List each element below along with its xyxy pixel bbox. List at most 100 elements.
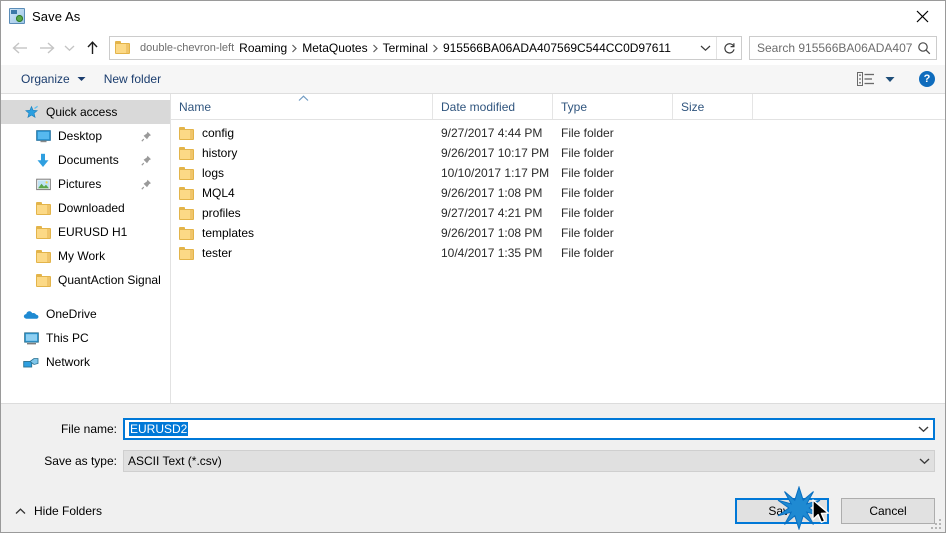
- save-as-type-label: Save as type:: [44, 454, 117, 468]
- cell-type: File folder: [561, 126, 614, 140]
- search-icon[interactable]: [912, 41, 936, 55]
- column-label: Date modified: [441, 99, 516, 114]
- file-name-chevron-down-icon[interactable]: [913, 425, 933, 433]
- caret-down-icon: [77, 76, 86, 82]
- toolbar-right-group: ?: [856, 71, 935, 87]
- help-icon[interactable]: ?: [919, 71, 935, 87]
- sidebar-item-onedrive[interactable]: OneDrive: [1, 302, 170, 326]
- column-header-size[interactable]: Size: [673, 94, 753, 119]
- sidebar-item-network[interactable]: Network: [1, 350, 170, 374]
- column-label: Type: [561, 99, 588, 114]
- organize-button[interactable]: Organize: [15, 68, 92, 90]
- sidebar-label: OneDrive: [46, 307, 97, 321]
- folder-icon: [179, 226, 194, 240]
- sidebar-label: Quick access: [46, 105, 118, 119]
- navigation-bar: double-chevron-left Roaming MetaQuotes T…: [1, 31, 945, 65]
- cell-date: 9/27/2017 4:21 PM: [441, 206, 543, 220]
- folder-icon: [179, 146, 194, 160]
- sidebar-item-quick-access[interactable]: Quick access: [1, 100, 170, 124]
- save-as-type-select[interactable]: ASCII Text (*.csv): [123, 450, 935, 472]
- desktop-icon: [35, 128, 51, 144]
- recent-locations-chevron-down-icon[interactable]: [59, 35, 79, 61]
- network-icon: [23, 354, 39, 370]
- forward-arrow-icon[interactable]: [33, 35, 59, 61]
- sidebar-item-my-work[interactable]: My Work: [1, 244, 170, 268]
- file-name: tester: [202, 246, 233, 260]
- cell-date: 9/26/2017 1:08 PM: [441, 226, 543, 240]
- resize-grip[interactable]: [929, 517, 941, 529]
- refresh-icon[interactable]: [716, 37, 741, 59]
- table-row[interactable]: logs 10/10/2017 1:17 PM File folder: [171, 163, 945, 183]
- pin-icon[interactable]: [141, 155, 152, 166]
- folder-icon: [179, 246, 194, 260]
- cell-date: 9/27/2017 4:44 PM: [441, 126, 543, 140]
- file-name-value-wrap: EURUSD2: [125, 422, 913, 436]
- view-caret-down-icon[interactable]: [885, 76, 895, 83]
- table-row[interactable]: tester 10/4/2017 1:35 PM File folder: [171, 243, 945, 263]
- file-name: logs: [202, 166, 225, 180]
- sidebar-item-downloaded[interactable]: Downloaded: [1, 196, 170, 220]
- pin-icon[interactable]: [141, 179, 152, 190]
- sidebar-item-quantaction-signal[interactable]: QuantAction Signal: [1, 268, 170, 292]
- folder-icon: [35, 200, 51, 216]
- up-arrow-icon[interactable]: [79, 35, 105, 61]
- breadcrumb-item-guid[interactable]: 915566BA06ADA407569C544CC0D97611: [443, 41, 671, 55]
- file-name-row: File name: EURUSD2: [1, 418, 945, 440]
- dialog-footer: Hide Folders Save Cancel: [1, 490, 945, 532]
- address-chevron-down-icon[interactable]: [694, 37, 716, 59]
- chevron-right-icon[interactable]: [291, 44, 298, 53]
- sidebar-label: Pictures: [58, 177, 102, 191]
- cell-type: File folder: [561, 166, 614, 180]
- save-button[interactable]: Save: [735, 498, 829, 524]
- table-row[interactable]: config 9/27/2017 4:44 PM File folder: [171, 123, 945, 143]
- breadcrumb-item-terminal[interactable]: Terminal: [383, 41, 428, 55]
- column-header-date-modified[interactable]: Date modified: [433, 94, 553, 119]
- title-bar: Save As: [1, 1, 945, 31]
- sidebar-item-pictures[interactable]: Pictures: [1, 172, 170, 196]
- close-icon[interactable]: [899, 1, 945, 31]
- file-name-input[interactable]: EURUSD2: [123, 418, 935, 440]
- breadcrumb-item-roaming[interactable]: Roaming: [239, 41, 287, 55]
- cell-type: File folder: [561, 206, 614, 220]
- cell-date: 10/10/2017 1:17 PM: [441, 166, 550, 180]
- save-as-dialog: Save As double-chevron-left Roaming Meta…: [0, 0, 946, 533]
- chevron-right-icon[interactable]: [432, 44, 439, 53]
- cell-name: config: [171, 126, 433, 140]
- table-row[interactable]: MQL4 9/26/2017 1:08 PM File folder: [171, 183, 945, 203]
- cancel-button[interactable]: Cancel: [841, 498, 935, 524]
- sidebar-label: My Work: [58, 249, 106, 263]
- folder-icon: [115, 41, 131, 55]
- new-folder-label: New folder: [103, 72, 162, 86]
- back-arrow-icon[interactable]: [7, 35, 33, 61]
- sidebar-item-eurusd-h1[interactable]: EURUSD H1: [1, 220, 170, 244]
- folder-icon: [35, 224, 51, 240]
- address-bar[interactable]: double-chevron-left Roaming MetaQuotes T…: [109, 36, 742, 60]
- sidebar-label: EURUSD H1: [58, 225, 128, 239]
- cell-date: 9/26/2017 10:17 PM: [441, 146, 550, 160]
- sidebar-item-desktop[interactable]: Desktop: [1, 124, 170, 148]
- column-header-name[interactable]: Name: [171, 94, 433, 119]
- hide-folders-button[interactable]: Hide Folders: [15, 504, 102, 518]
- cell-type: File folder: [561, 226, 614, 240]
- new-folder-button[interactable]: New folder: [98, 68, 167, 90]
- onedrive-cloud-icon: [23, 306, 39, 322]
- sidebar-item-this-pc[interactable]: This PC: [1, 326, 170, 350]
- sidebar-item-documents[interactable]: Documents: [1, 148, 170, 172]
- view-mode-icon[interactable]: [856, 71, 876, 87]
- save-as-type-value: ASCII Text (*.csv): [128, 454, 222, 468]
- table-row[interactable]: templates 9/26/2017 1:08 PM File folder: [171, 223, 945, 243]
- folder-icon: [179, 206, 194, 220]
- column-headers: Name Date modified Type Size: [171, 94, 945, 120]
- table-row[interactable]: profiles 9/27/2017 4:21 PM File folder: [171, 203, 945, 223]
- search-input[interactable]: Search 915566BA06ADA40756...: [749, 36, 937, 60]
- star-pin-icon: [23, 104, 39, 120]
- breadcrumb-item-metaquotes[interactable]: MetaQuotes: [302, 41, 367, 55]
- hide-folders-label: Hide Folders: [34, 504, 103, 518]
- column-header-type[interactable]: Type: [553, 94, 673, 119]
- chevron-right-icon[interactable]: [372, 44, 379, 53]
- file-name: config: [202, 126, 235, 140]
- table-row[interactable]: history 9/26/2017 10:17 PM File folder: [171, 143, 945, 163]
- this-pc-icon: [23, 330, 39, 346]
- pin-icon[interactable]: [141, 131, 152, 142]
- save-as-type-chevron-down-icon[interactable]: [914, 457, 934, 465]
